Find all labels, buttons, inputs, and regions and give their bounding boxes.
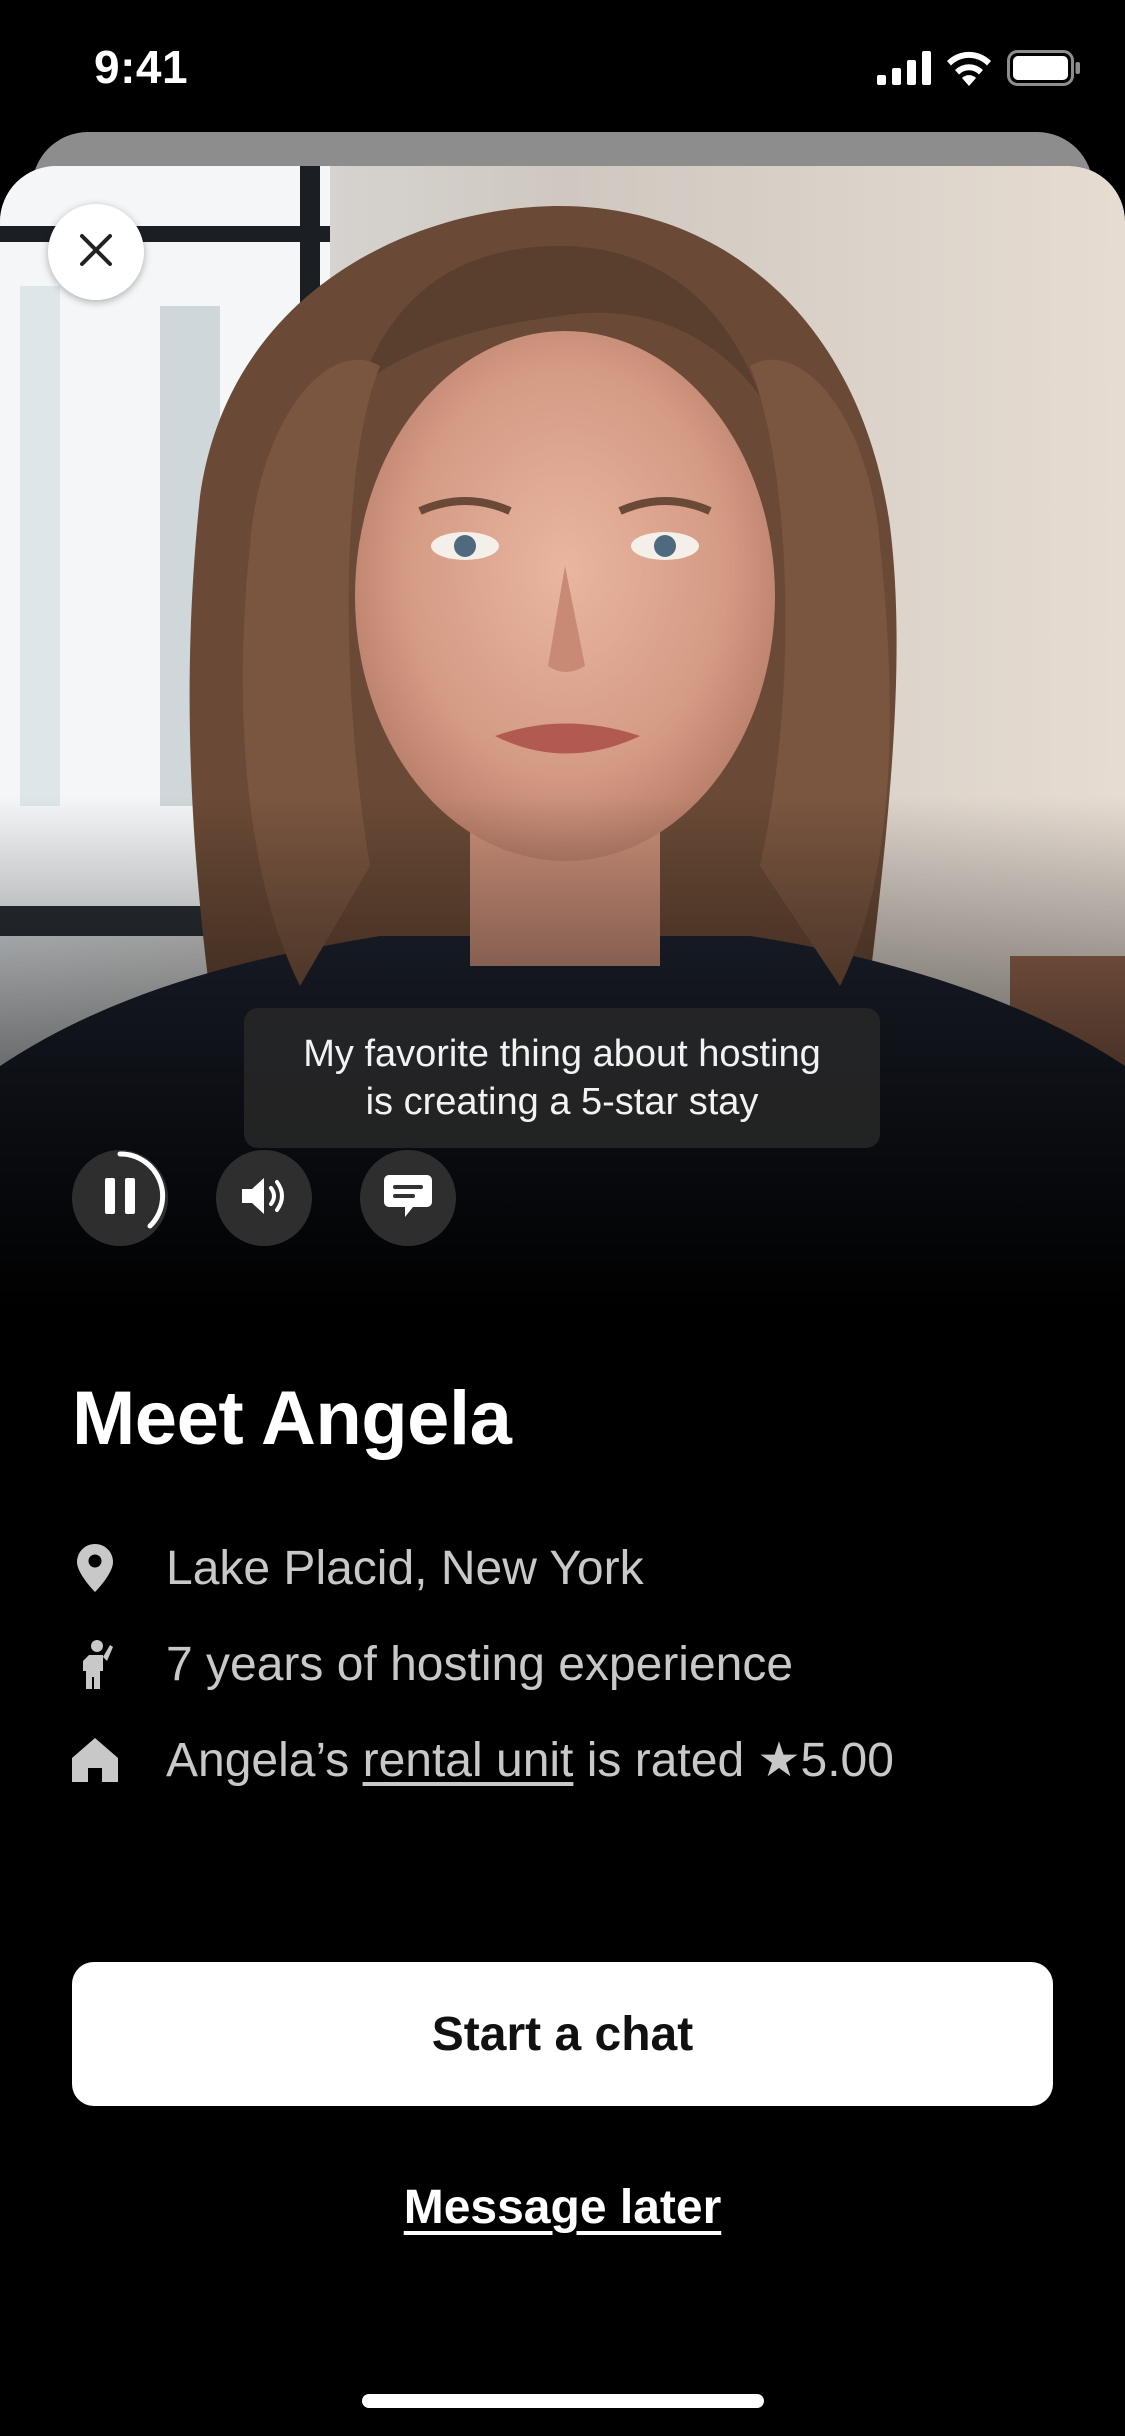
- waving-person-icon: [72, 1638, 118, 1690]
- location-row: Lake Placid, New York: [72, 1536, 644, 1600]
- volume-button[interactable]: [216, 1150, 312, 1246]
- wifi-icon: [945, 50, 993, 91]
- location-pin-icon: [72, 1542, 118, 1594]
- host-title: Meet Angela: [72, 1376, 512, 1461]
- start-chat-button[interactable]: Start a chat: [72, 1962, 1053, 2106]
- rating-suffix: is rated ★5.00: [573, 1734, 894, 1787]
- status-icons: [877, 50, 1081, 91]
- rental-unit-link[interactable]: rental unit: [363, 1734, 574, 1787]
- message-later-link[interactable]: Message later: [0, 2180, 1125, 2235]
- captions-icon: [383, 1173, 433, 1224]
- close-icon: [78, 232, 114, 273]
- host-video[interactable]: My favorite thing about hosting is creat…: [0, 166, 1125, 1311]
- rating-prefix: Angela’s: [166, 1734, 363, 1787]
- caption-line-2: is creating a 5-star stay: [365, 1081, 759, 1123]
- home-indicator[interactable]: [362, 2394, 764, 2408]
- location-text: Lake Placid, New York: [166, 1541, 644, 1595]
- volume-icon: [238, 1174, 290, 1223]
- experience-row: 7 years of hosting experience: [72, 1632, 793, 1696]
- home-icon: [72, 1734, 118, 1786]
- cellular-signal-icon: [877, 51, 931, 90]
- status-bar: 9:41: [0, 0, 1125, 130]
- rating-text: Angela’s rental unit is rated ★5.00: [166, 1732, 894, 1788]
- status-time: 9:41: [94, 41, 189, 93]
- host-intro-screen: 9:41 My favorite thing about hosting is …: [0, 0, 1125, 2436]
- captions-button[interactable]: [360, 1150, 456, 1246]
- experience-text: 7 years of hosting experience: [166, 1637, 794, 1691]
- close-button[interactable]: [48, 204, 144, 300]
- rating-row: Angela’s rental unit is rated ★5.00: [72, 1728, 894, 1792]
- caption-line-1: My favorite thing about hosting: [303, 1033, 821, 1075]
- video-caption: My favorite thing about hosting is creat…: [244, 1008, 880, 1148]
- pause-icon: [72, 1148, 168, 1249]
- pause-button[interactable]: [72, 1150, 168, 1246]
- battery-icon: [1007, 50, 1081, 91]
